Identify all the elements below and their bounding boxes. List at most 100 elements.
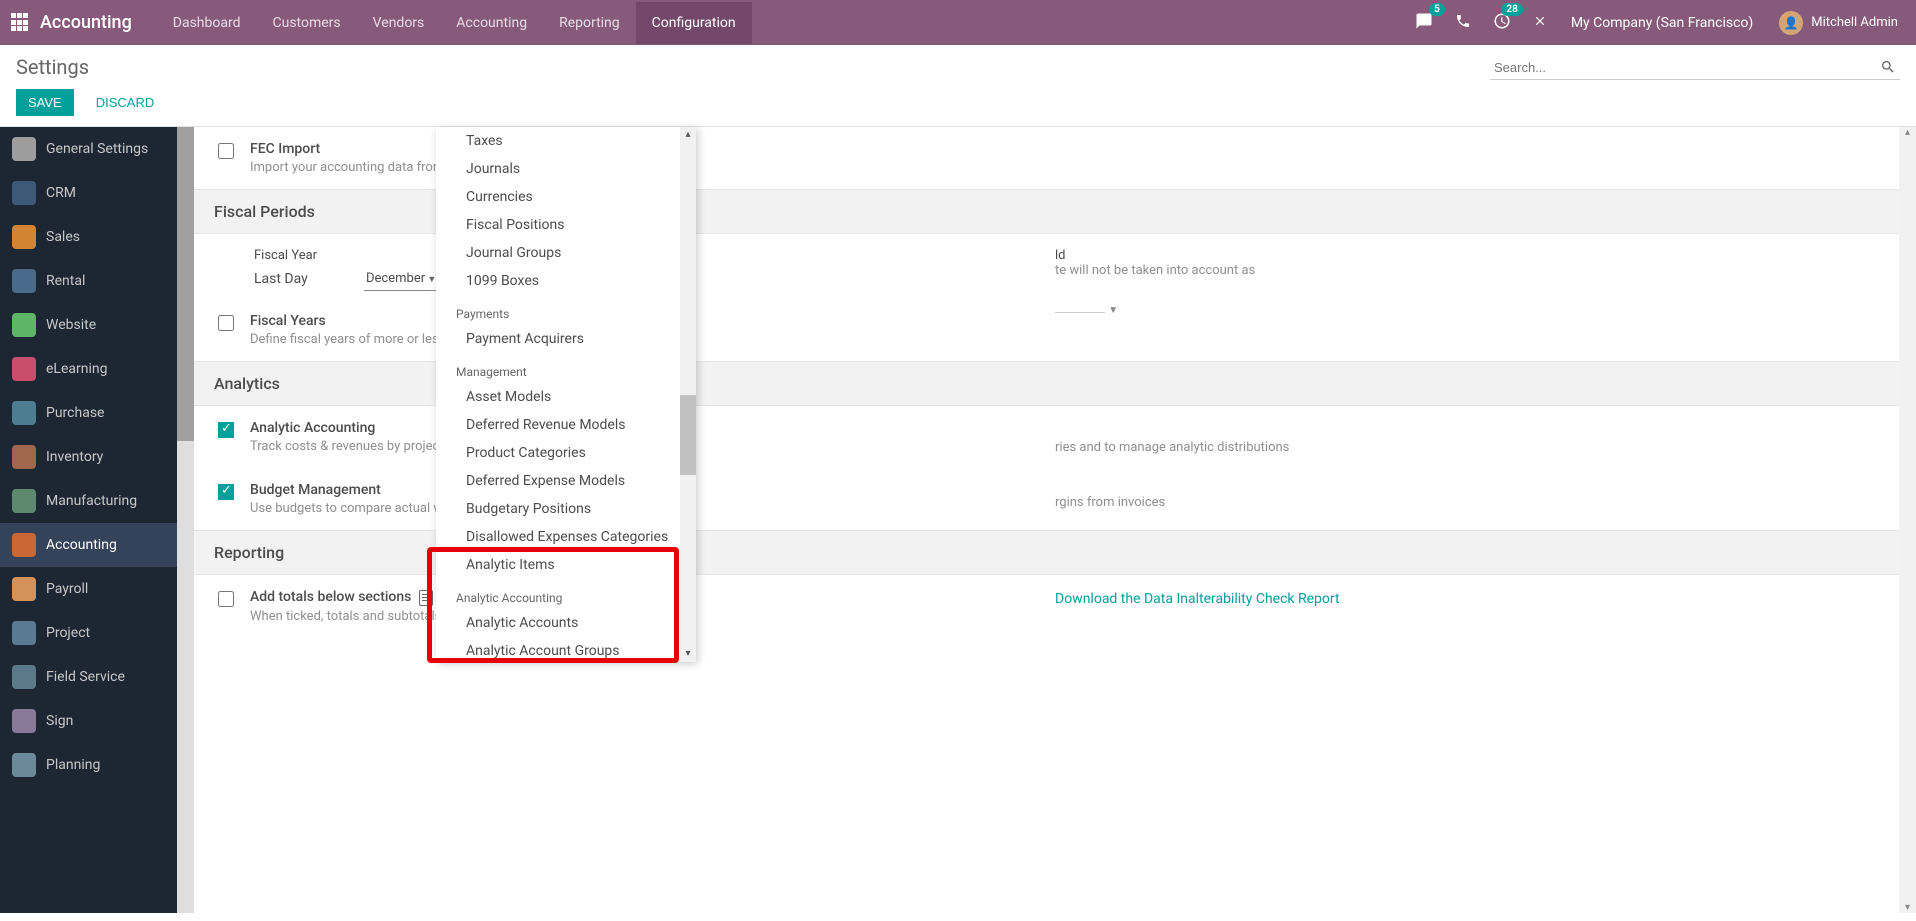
top-navbar: Accounting Dashboard Customers Vendors A…	[0, 0, 1916, 45]
dropdown-header-management: Management	[436, 359, 681, 383]
dropdown-item-journal-groups[interactable]: Journal Groups	[436, 239, 681, 267]
dropdown-item-taxes[interactable]: Taxes	[436, 127, 681, 155]
messages-badge: 5	[1429, 3, 1445, 16]
sidebar-item-general-settings[interactable]: General Settings	[0, 127, 177, 171]
sidebar-item-inventory[interactable]: Inventory	[0, 435, 177, 479]
rental-icon	[12, 269, 36, 293]
settings-sidebar: General SettingsCRM Sales RentalWebsiteeLe…	[0, 127, 177, 913]
menu-vendors[interactable]: Vendors	[357, 2, 441, 44]
user-name: Mitchell Admin	[1811, 15, 1898, 30]
add-totals-checkbox[interactable]	[218, 591, 234, 607]
sidebar-item-label: Sales	[46, 229, 80, 245]
dropdown-item-asset-models[interactable]: Asset Models	[436, 383, 681, 411]
user-menu[interactable]: 👤 Mitchell Admin	[1771, 11, 1906, 35]
dropdown-item-currencies[interactable]: Currencies	[436, 183, 681, 211]
sidebar-item-sales[interactable]: Sales	[0, 215, 177, 259]
dropdown-scrollbar[interactable]: ▴ ▾	[680, 127, 696, 662]
dropdown-item-deferred-revenue-models[interactable]: Deferred Revenue Models	[436, 411, 681, 439]
dropdown-item-deferred-expense-models[interactable]: Deferred Expense Models	[436, 467, 681, 495]
margin-partial: rgins from invoices	[1055, 495, 1896, 510]
menu-accounting[interactable]: Accounting	[440, 2, 543, 44]
website-icon	[12, 313, 36, 337]
sidebar-item-rental[interactable]: Rental	[0, 259, 177, 303]
app-brand[interactable]: Accounting	[40, 12, 132, 33]
payroll-icon	[12, 577, 36, 601]
company-selector[interactable]: My Company (San Francisco)	[1563, 15, 1761, 31]
field-service-icon	[12, 665, 36, 689]
phone-icon[interactable]	[1449, 7, 1477, 39]
sidebar-item-payroll[interactable]: Payroll	[0, 567, 177, 611]
discard-button[interactable]: DISCARD	[84, 89, 167, 116]
activities-icon[interactable]: 28	[1487, 6, 1517, 40]
sidebar-item-website[interactable]: Website	[0, 303, 177, 347]
threshold-desc-partial: te will not be taken into account as	[1055, 263, 1896, 278]
last-day-label: Last Day	[254, 271, 334, 287]
sidebar-item-crm[interactable]: CRM	[0, 171, 177, 215]
download-report-link[interactable]: Download the Data Inalterability Check R…	[1055, 591, 1340, 607]
dropdown-item-1099-boxes[interactable]: 1099 Boxes	[436, 267, 681, 295]
inventory-icon	[12, 445, 36, 469]
menu-customers[interactable]: Customers	[257, 2, 357, 44]
fiscal-years-checkbox[interactable]	[218, 315, 234, 331]
page-title: Settings	[16, 55, 166, 79]
dropdown-item-payment-acquirers[interactable]: Payment Acquirers	[436, 325, 681, 353]
sidebar-item-label: Manufacturing	[46, 493, 137, 509]
dropdown-item-analytic-account-groups[interactable]: Analytic Account Groups	[436, 637, 681, 662]
manufacturing-icon	[12, 489, 36, 513]
accounting-icon	[12, 533, 36, 557]
dropdown-item-fiscal-positions[interactable]: Fiscal Positions	[436, 211, 681, 239]
scroll-thumb[interactable]	[680, 395, 696, 475]
sidebar-item-manufacturing[interactable]: Manufacturing	[0, 479, 177, 523]
budget-management-checkbox[interactable]	[218, 484, 234, 500]
crm-icon	[12, 181, 36, 205]
analytic-right-partial: ries and to manage analytic distribution…	[1055, 440, 1896, 455]
sidebar-item-label: Inventory	[46, 449, 103, 465]
scroll-up-arrow[interactable]: ▴	[680, 127, 696, 143]
activities-badge: 28	[1501, 3, 1522, 16]
control-panel: Settings SAVE DISCARD	[0, 45, 1916, 127]
search-input[interactable]	[1494, 60, 1880, 75]
top-menu: Dashboard Customers Vendors Accounting R…	[157, 2, 752, 44]
sidebar-item-label: Payroll	[46, 581, 88, 597]
sales-icon	[12, 225, 36, 249]
avatar: 👤	[1779, 11, 1803, 35]
menu-configuration[interactable]: Configuration	[636, 2, 752, 44]
sidebar-item-field-service[interactable]: Field Service	[0, 655, 177, 699]
close-icon[interactable]	[1527, 8, 1553, 38]
search-icon[interactable]	[1880, 59, 1896, 75]
dropdown-header-analytic-accounting: Analytic Accounting	[436, 585, 681, 609]
dropdown-item-analytic-items[interactable]: Analytic Items	[436, 551, 681, 579]
fec-import-checkbox[interactable]	[218, 143, 234, 159]
dropdown-item-budgetary-positions[interactable]: Budgetary Positions	[436, 495, 681, 523]
threshold-date-input[interactable]	[1055, 312, 1105, 313]
sidebar-item-label: Accounting	[46, 537, 117, 553]
menu-dashboard[interactable]: Dashboard	[157, 2, 257, 44]
menu-reporting[interactable]: Reporting	[543, 2, 636, 44]
sidebar-item-planning[interactable]: Planning	[0, 743, 177, 787]
sidebar-item-project[interactable]: Project	[0, 611, 177, 655]
dropdown-item-product-categories[interactable]: Product Categories	[436, 439, 681, 467]
dropdown-header-payments: Payments	[436, 301, 681, 325]
analytic-accounting-checkbox[interactable]	[218, 422, 234, 438]
configuration-dropdown: TaxesJournalsCurrenciesFiscal PositionsJ…	[436, 127, 696, 662]
apps-icon[interactable]	[10, 13, 30, 33]
general-settings-icon	[12, 137, 36, 161]
save-button[interactable]: SAVE	[16, 89, 74, 116]
dropdown-item-analytic-accounts[interactable]: Analytic Accounts	[436, 609, 681, 637]
sidebar-item-purchase[interactable]: Purchase	[0, 391, 177, 435]
content-scrollbar[interactable]	[1899, 127, 1916, 913]
search-box[interactable]	[1490, 55, 1900, 80]
dropdown-item-disallowed-expenses-categories[interactable]: Disallowed Expenses Categories	[436, 523, 681, 551]
sidebar-item-sign[interactable]: Sign	[0, 699, 177, 743]
sign-icon	[12, 709, 36, 733]
sidebar-item-label: Field Service	[46, 669, 125, 685]
scroll-down-arrow[interactable]: ▾	[680, 646, 696, 662]
sidebar-item-label: Project	[46, 625, 90, 641]
sidebar-item-accounting[interactable]: Accounting	[0, 523, 177, 567]
sidebar-item-label: Sign	[46, 713, 73, 729]
sidebar-item-elearning[interactable]: eLearning	[0, 347, 177, 391]
messages-icon[interactable]: 5	[1409, 6, 1439, 40]
purchase-icon	[12, 401, 36, 425]
dropdown-item-journals[interactable]: Journals	[436, 155, 681, 183]
sidebar-scrollbar[interactable]	[177, 127, 194, 913]
